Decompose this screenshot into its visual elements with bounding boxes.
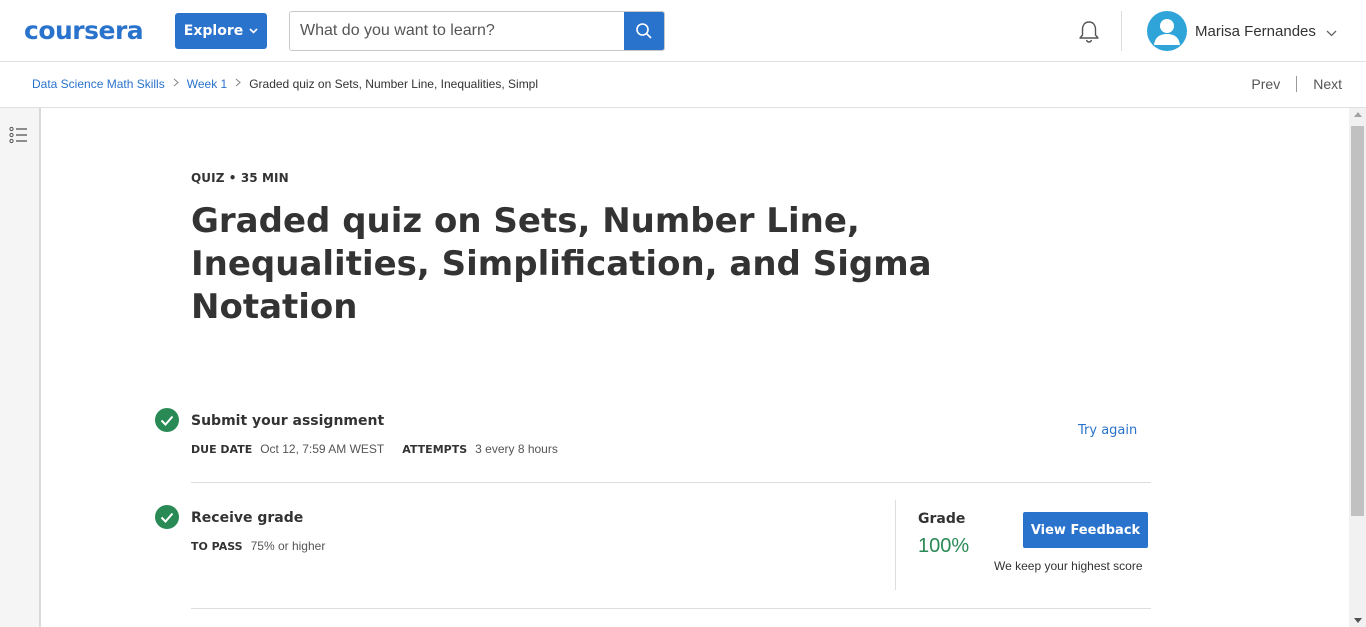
scroll-up-arrow-icon[interactable] [1354,112,1362,117]
top-navigation-bar: coursera Explore Marisa Fernandes [0,0,1366,62]
chevron-right-icon [173,78,179,90]
view-feedback-button[interactable]: View Feedback [1023,512,1148,548]
search-bar [289,11,665,51]
prev-next-divider [1296,76,1298,92]
grade-value: 100% [918,535,970,557]
table-of-contents-icon[interactable] [9,126,29,148]
grade-label: Grade [918,511,966,527]
section-divider [191,608,1151,609]
breadcrumb-course-link[interactable]: Data Science Math Skills [32,77,165,91]
prev-link[interactable]: Prev [1251,76,1280,92]
chevron-down-icon [249,26,258,37]
user-menu[interactable]: Marisa Fernandes [1147,11,1337,51]
checkmark-icon [155,408,179,432]
grade-step-title: Receive grade [191,510,304,526]
explore-button[interactable]: Explore [175,13,267,49]
breadcrumb-bar: Data Science Math Skills Week 1 Graded q… [0,63,1366,108]
user-name: Marisa Fernandes [1195,22,1316,40]
notifications-bell-icon[interactable] [1075,18,1103,46]
to-pass-label: TO PASS [191,539,243,553]
prev-next-navigation: Prev Next [1251,76,1342,92]
submit-step-title: Submit your assignment [191,413,385,429]
scrollbar-thumb[interactable] [1351,126,1364,516]
breadcrumb-week-link[interactable]: Week 1 [187,77,227,91]
checkmark-icon [155,505,179,529]
header-divider [1121,11,1122,51]
search-input[interactable] [290,12,624,50]
chevron-down-icon [1326,22,1337,41]
due-date-label: DUE DATE [191,442,253,456]
attempts-value: 3 every 8 hours [475,442,558,456]
submit-step-meta: DUE DATE Oct 12, 7:59 AM WEST ATTEMPTS 3… [191,442,576,456]
left-sidebar-rail [0,108,41,627]
section-divider [191,482,1151,483]
breadcrumb-current: Graded quiz on Sets, Number Line, Inequa… [249,77,539,91]
search-button[interactable] [624,12,664,50]
to-pass-value: 75% or higher [250,539,326,553]
explore-label: Explore [183,23,244,39]
breadcrumb: Data Science Math Skills Week 1 Graded q… [32,77,538,91]
scroll-down-arrow-icon[interactable] [1354,618,1362,623]
coursera-logo[interactable]: coursera [24,16,144,45]
due-date-value: Oct 12, 7:59 AM WEST [260,442,385,456]
highest-score-note: We keep your highest score [994,559,1143,573]
next-link[interactable]: Next [1313,76,1342,92]
attempts-label: ATTEMPTS [402,442,468,456]
grade-step-meta: TO PASS 75% or higher [191,539,343,553]
avatar-icon [1147,11,1187,51]
try-again-link[interactable]: Try again [1078,423,1137,438]
page-title: Graded quiz on Sets, Number Line, Inequa… [191,201,932,327]
quiz-kicker: QUIZ • 35 MIN [191,171,289,185]
search-icon [636,23,652,39]
vertical-scrollbar[interactable] [1349,108,1366,627]
grade-vertical-divider [895,500,896,590]
chevron-right-icon [235,78,242,90]
